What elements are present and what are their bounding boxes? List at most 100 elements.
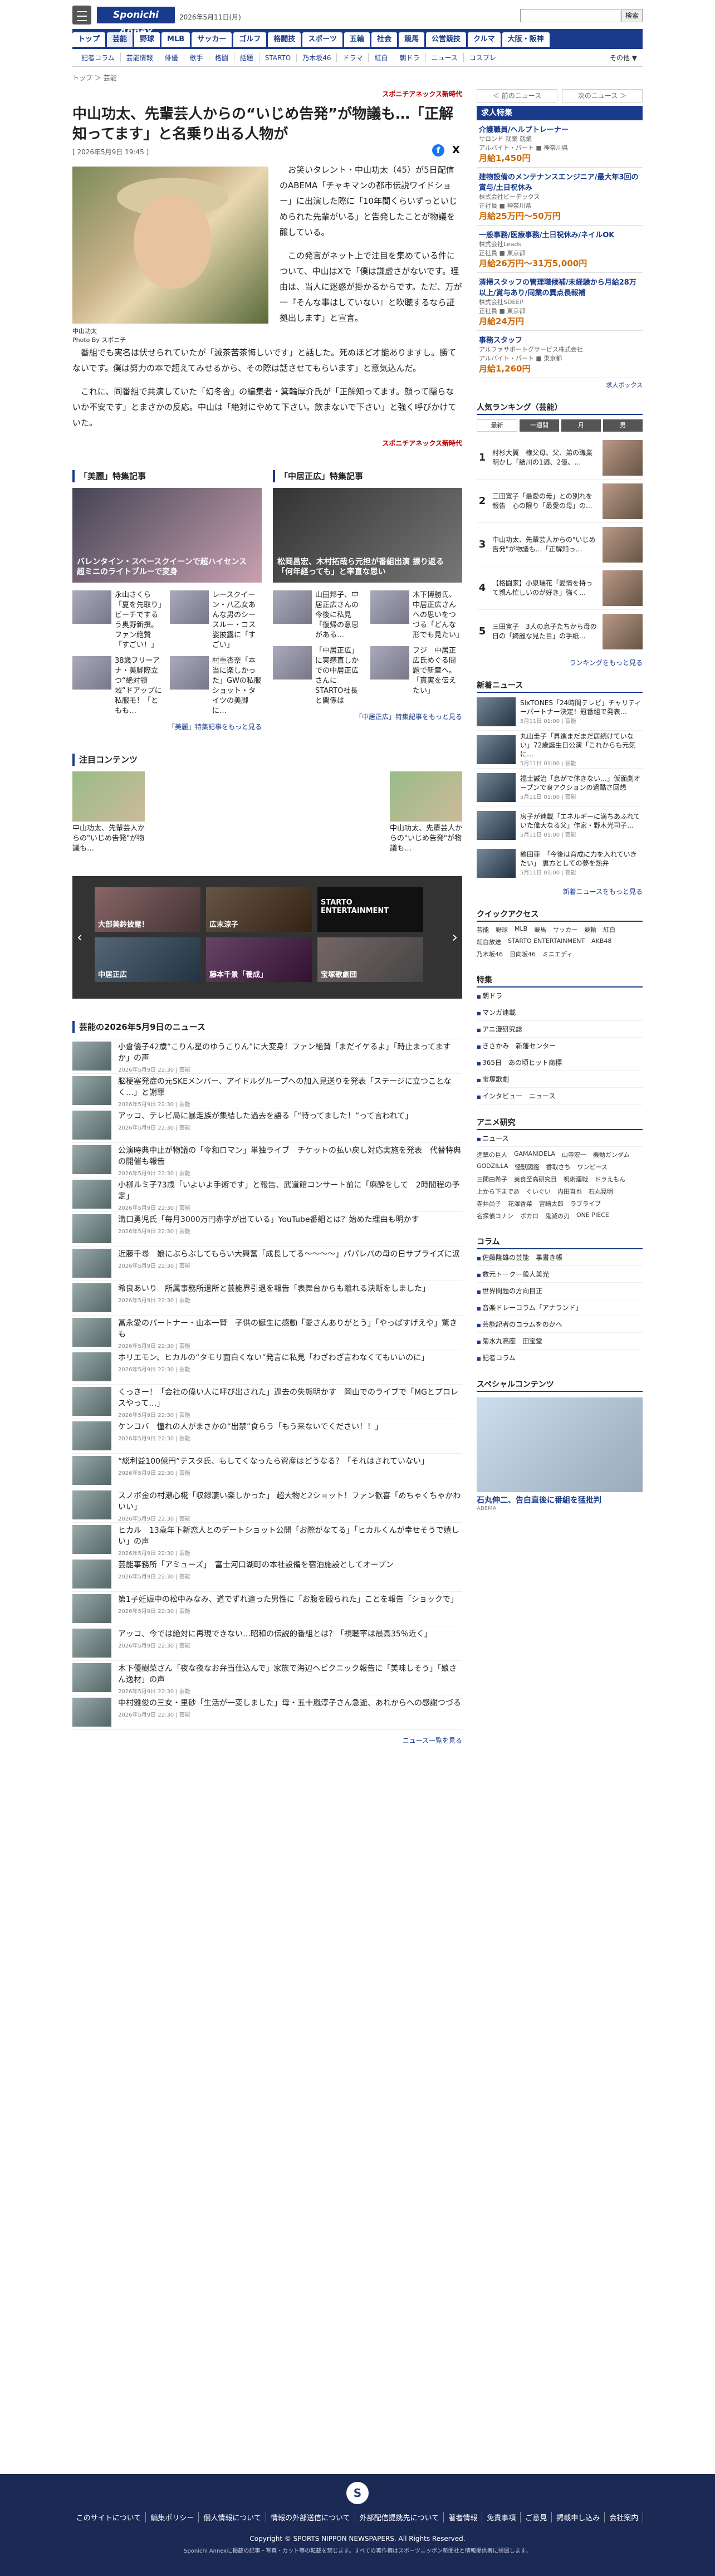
anime-tag[interactable]: ONE PIECE: [576, 1211, 609, 1220]
news-item[interactable]: 冨永愛のパートナー・山本一賢 子供の誕生に感動「愛さんありがとう」「やっぱすげえ…: [72, 1316, 462, 1350]
news-item[interactable]: アッコ、今では絶対に再現できない…昭和の伝説的番組とは？「視聴率は最高35％近く…: [72, 1626, 462, 1661]
article-footer-source[interactable]: スポニチアネックス新時代: [72, 438, 462, 448]
news-item-title[interactable]: 公演時典中止が物議の「令和ロマン」単独ライブ チケットの払い戻し対応実施を発表 …: [118, 1145, 462, 1167]
footer-link[interactable]: 個人情報について: [199, 2512, 266, 2523]
news-item-title[interactable]: 近藤千尋 娘にぶらぶしてもらい大興奮「成長してる～～～～」パパレパの母の日サプラ…: [118, 1249, 460, 1260]
feature-item[interactable]: 「中居正広」に実感直しかでの中居正広さんにSTARTO社長と関係は: [273, 646, 365, 706]
next-news-button[interactable]: 次のニュース ＞: [562, 89, 643, 102]
quick-link[interactable]: 日向坂46: [510, 950, 536, 959]
snav-item[interactable]: ドラマ: [337, 53, 369, 62]
snav-item[interactable]: 歌手: [184, 53, 209, 62]
snav-item[interactable]: 乃木坂46: [297, 53, 337, 62]
anime-tag[interactable]: ボカロ: [520, 1211, 538, 1220]
special-link[interactable]: アニ漫研究誌: [477, 1021, 643, 1038]
snav-item[interactable]: 俳優: [159, 53, 184, 62]
gnav-item[interactable]: 公営競技: [426, 32, 467, 47]
snews-item[interactable]: 福士誠治「息がで体きない…」仮面劇オープンで身アクションの過酷さ回想 5月11日 …: [477, 769, 643, 806]
news-item[interactable]: 希良あいり 所属事務所退所と芸能界引退を報告「表舞台からも離れる決断をしました」…: [72, 1281, 462, 1316]
ranking-item[interactable]: 2 三田寛子「最愛の母」との別れを報告 心の限り「最愛の母」の...: [477, 480, 643, 523]
column-link[interactable]: 数元トーク一般人美光: [477, 1266, 643, 1283]
column-link[interactable]: 菊水丸高座 田宝堂: [477, 1333, 643, 1350]
quick-link[interactable]: 競馬: [534, 925, 546, 934]
ranking-more-link[interactable]: ランキングをもっと見る: [477, 658, 643, 667]
special-link[interactable]: きさかみ 新藩センター: [477, 1038, 643, 1054]
ranking-item[interactable]: 5 三田寛子 3人の息子たちから母の日の「綺麗な見た目」の手紙...: [477, 610, 643, 653]
news-item-title[interactable]: 溝口勇児氏「毎月3000万円赤字が出ている」YouTube番組とは？始めた理由も…: [118, 1214, 419, 1225]
news-item-title[interactable]: アッコ、テレビ局に暴走族が集結した過去を語る「“待ってました！”って言われて」: [118, 1111, 413, 1122]
snews-item[interactable]: 房子が連載「エネルギーに満ちあふれていた偉大なる父」作家・野木光司子… 5月11日…: [477, 806, 643, 844]
snav-item[interactable]: 格闘: [209, 53, 234, 62]
news-item[interactable]: ケンコバ 憧れの人がまさかの“出禁”食らう「もう来ないでください！！」 2026年…: [72, 1419, 462, 1454]
chevron-left-icon[interactable]: ‹: [77, 929, 82, 946]
feature-item[interactable]: 村重杏奈「本当に楽しかった」GWの私服ショット・タイツの美脚に…: [170, 656, 262, 716]
footer-link[interactable]: 免責事項: [482, 2512, 521, 2523]
feature-item[interactable]: レースクイーン・八乙女あんな男のシースルー・コス姿披露に「すごい」: [170, 590, 262, 651]
feature-item[interactable]: 永山さくら「夏を先取り」ビーチでするう奥野新撰。ファン絶賛「すごい！」: [72, 590, 164, 651]
carousel-item[interactable]: STARTO ENTERTAINMENT: [317, 887, 423, 932]
news-item-title[interactable]: 小倉優子42歳“こりん星のゆうこりん”に大変身！ファン絶賛「まだイケるよ」「時止…: [118, 1042, 462, 1064]
x-share-icon[interactable]: X: [450, 144, 462, 157]
news-item[interactable]: 中村雅俊の三女・里砂「生活が一変しました」母・五十嵐淳子さん急逝、あれからへの感…: [72, 1695, 462, 1730]
gnav-item[interactable]: 社会: [371, 32, 398, 47]
anime-tag[interactable]: ラブライブ: [570, 1199, 601, 1208]
anime-tag[interactable]: 香取さち: [546, 1162, 570, 1171]
ranking-item[interactable]: 1 村杉大翼 様父母、父、弟の職業明かし「結川の1週、2億、…: [477, 436, 643, 480]
snav-item[interactable]: 紅白: [369, 53, 394, 62]
footer-link[interactable]: 会社案内: [605, 2512, 644, 2523]
column-link[interactable]: 佐藤隆雄の芸能 事書き帳: [477, 1249, 643, 1266]
job-item[interactable]: 事務スタッフ アルファサポートグサービス株式会社 アルバイト・パート ■ 東京都 月給…: [477, 331, 643, 378]
news-item-title[interactable]: ケンコバ 憧れの人がまさかの“出禁”食らう「もう来ないでください！！」: [118, 1421, 383, 1433]
anime-tag[interactable]: GAMANIDELA: [514, 1150, 555, 1159]
column-link[interactable]: 音楽ドレーコラム「アナランド」: [477, 1299, 643, 1316]
news-item[interactable]: 公演時典中止が物議の「令和ロマン」単独ライブ チケットの払い戻し対応実施を発表 …: [72, 1143, 462, 1177]
news-item-title[interactable]: 木下優樹菜さん「夜な夜なお弁当仕込んで」家族で海辺ヘピクニック報告に「美味しそう…: [118, 1663, 462, 1685]
news-item[interactable]: 芸能事務所「アミューズ」 富士河口湖町の本社設備を宿泊施設としてオープン 2026…: [72, 1557, 462, 1592]
quick-link[interactable]: 紅白: [603, 925, 615, 934]
ranking-item[interactable]: 4 【格闘家】小泉瑞花「愛情を持って親ん忙しいのが好き」強く…: [477, 566, 643, 610]
news-item[interactable]: アッコ、テレビ局に暴走族が集結した過去を語る「“待ってました！”って言われて」 2…: [72, 1108, 462, 1143]
news-item-title[interactable]: 小柳ルミ子73歳「いよいよ手術です」と報告、武道館コンサート前に「麻酔をして 2…: [118, 1180, 462, 1202]
quick-link[interactable]: 芸能: [477, 925, 489, 934]
anime-tag[interactable]: 寺井尚子: [477, 1199, 501, 1208]
news-item[interactable]: くっきー！「会社の偉い人に呼び出された」過去の失態明かす 岡山でのライブで「MG…: [72, 1385, 462, 1419]
snav-item[interactable]: 記者コラム: [76, 53, 121, 62]
site-logo[interactable]: Sponichi Annex: [97, 7, 175, 37]
news-item-title[interactable]: 芸能事務所「アミューズ」 富士河口湖町の本社設備を宿泊施設としてオープン: [118, 1560, 394, 1571]
special-link[interactable]: インタビュー ニュース: [477, 1088, 643, 1104]
carousel-item[interactable]: 宝塚歌劇団: [317, 937, 423, 982]
snav-item[interactable]: 話題: [234, 53, 259, 62]
gnav-item[interactable]: 大阪・阪神: [502, 32, 550, 47]
anime-tag[interactable]: 内田直也: [557, 1187, 582, 1196]
footer-link[interactable]: 情報の外部送信について: [266, 2512, 355, 2523]
gnav-item[interactable]: 五輪: [344, 32, 370, 47]
anime-tag[interactable]: ドラえもん: [595, 1175, 625, 1184]
news-item[interactable]: 溝口勇児氏「毎月3000万円赤字が出ている」YouTube番組とは？始めた理由も…: [72, 1212, 462, 1247]
carousel-item[interactable]: 中居正広: [95, 937, 200, 982]
feature-more-link[interactable]: 「美麗」特集記事をもっと見る: [72, 722, 262, 731]
footer-logo-icon[interactable]: S: [346, 2482, 369, 2504]
quick-link[interactable]: STARTO ENTERTAINMENT: [508, 937, 585, 946]
news-item-title[interactable]: “総利益100億円”テスタ氏、もしてくなったら資産はどうなる？「それはされていな…: [118, 1456, 429, 1467]
anime-tag[interactable]: 三間由希子: [477, 1175, 507, 1184]
feature-item[interactable]: 山田邦子、中居正広さんの今後に私見「復帰の意思がある…: [273, 590, 365, 641]
anime-tag[interactable]: GODZILLA: [477, 1162, 508, 1171]
gnav-item[interactable]: 競馬: [399, 32, 425, 47]
footer-link[interactable]: 編集ポリシー: [146, 2512, 199, 2523]
quick-link[interactable]: AKB48: [591, 937, 611, 946]
news-item[interactable]: スノボ金の村瀬心椛「収録凄い楽しかった」 超大物と2ショット！ファン歓喜「めちゃ…: [72, 1488, 462, 1523]
sp-caption[interactable]: 石丸伸二、告白直後に番組を猛批判: [477, 1494, 643, 1505]
news-item-title[interactable]: 中村雅俊の三女・里砂「生活が一変しました」母・五十嵐淳子さん急逝、あれからへの感…: [118, 1698, 461, 1709]
anime-tag[interactable]: 上から下まであ: [477, 1187, 520, 1196]
anime-tag[interactable]: 機動ガンダム: [593, 1150, 630, 1159]
news-item[interactable]: ヒカル 13歳年下新恋人とのデートショット公開「お際がなてる」「ヒカルくんが幸せ…: [72, 1523, 462, 1557]
quick-link[interactable]: 野球: [496, 925, 508, 934]
snews-item[interactable]: 丸山圭子「昇進まだまだ居続けていない」72歳誕生日公演「これからも元気に… 5月1…: [477, 731, 643, 769]
gnav-item[interactable]: 格闘技: [268, 32, 301, 47]
news-item-title[interactable]: ヒカル 13歳年下新恋人とのデートショット公開「お際がなてる」「ヒカルくんが幸せ…: [118, 1525, 462, 1547]
news-item[interactable]: “総利益100億円”テスタ氏、もしてくなったら資産はどうなる？「それはされていな…: [72, 1454, 462, 1488]
search-button[interactable]: 検索: [621, 9, 643, 22]
news-item-title[interactable]: アッコ、今では絶対に再現できない…昭和の伝説的番組とは？「視聴率は最高35％近く…: [118, 1629, 432, 1640]
column-link[interactable]: 記者コラム: [477, 1350, 643, 1366]
feature-item[interactable]: 木下博勝氏、中居正広さんへの思いをつづる「どんな形でも見たい」: [370, 590, 463, 641]
jobs-brand[interactable]: 求人ボックス: [477, 380, 643, 389]
